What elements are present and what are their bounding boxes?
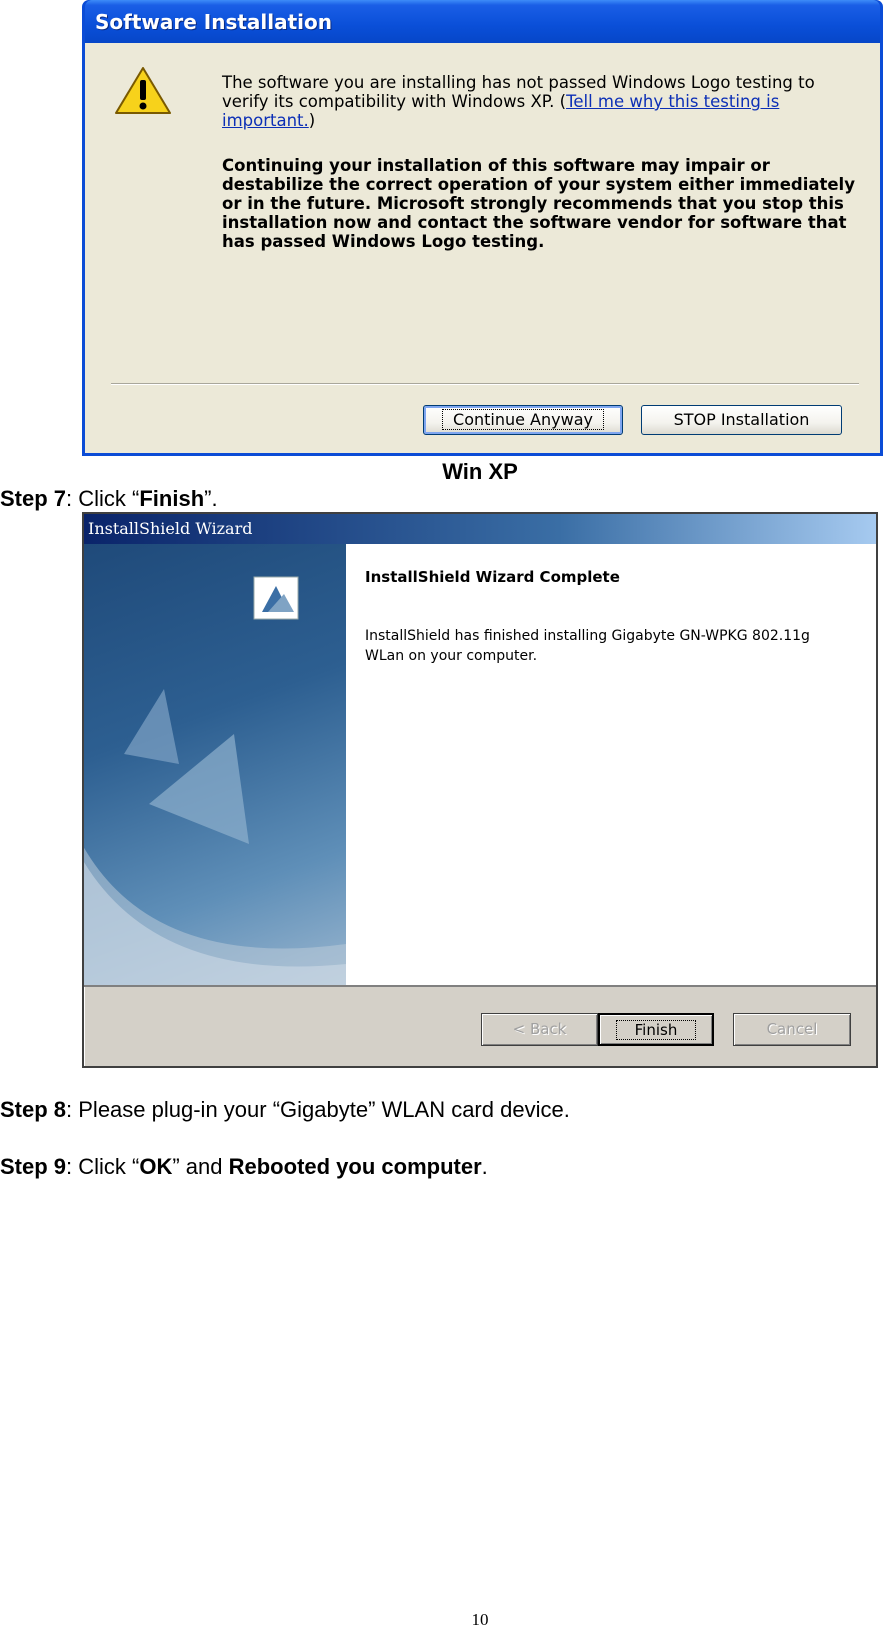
step-bold-ok: OK [139,1154,173,1179]
step-text: : Please plug-in your “Gigabyte” WLAN ca… [66,1097,570,1122]
wizard-message-panel: InstallShield Wizard Complete InstallShi… [346,544,876,985]
software-installation-dialog: Software Installation The software you a… [82,0,883,456]
installshield-wizard-dialog: InstallShield Wizard InstallShield Wizar… [82,512,878,1068]
step-bold: Finish [139,486,205,511]
warning-message: Continuing your installation of this sof… [222,156,855,251]
wizard-text: InstallShield has finished installing Gi… [365,628,810,664]
step-7: Step 7: Click “Finish”. [0,486,218,512]
stop-installation-button[interactable]: STOP Installation [641,405,842,435]
step-label: Step 9 [0,1154,67,1179]
figure-caption: Win XP [442,459,518,484]
dialog-body: The software you are installing has not … [85,43,880,453]
step-text-mid: ” and [172,1154,229,1179]
back-button[interactable]: < Back [481,1013,598,1046]
dialog-divider [111,383,859,385]
wizard-content: InstallShield Wizard Complete InstallShi… [84,544,876,987]
step-label: Step 8 [0,1097,67,1122]
wizard-title: InstallShield Wizard [84,514,876,544]
compatibility-message: The software you are installing has not … [222,73,862,130]
finish-label: Finish [615,1020,697,1040]
step-8: Step 8: Please plug-in your “Gigabyte” W… [0,1097,570,1123]
step-9: Step 9: Click “OK” and Rebooted you comp… [0,1154,488,1180]
step-label: Step 7 [0,486,67,511]
continue-anyway-button[interactable]: Continue Anyway [423,405,623,435]
continue-anyway-label: Continue Anyway [442,409,604,430]
step-text-end: . [481,1154,488,1179]
step-bold-reboot: Rebooted you computer [228,1154,482,1179]
step-text: : Click “ [66,486,140,511]
warning-icon [115,67,171,114]
message-text-end: ) [308,111,316,130]
wizard-heading: InstallShield Wizard Complete [365,568,620,586]
cancel-button[interactable]: Cancel [733,1013,851,1046]
step-text-end: ”. [204,486,218,511]
wizard-banner [84,544,346,985]
banner-graphic [84,576,346,985]
step-text: : Click “ [66,1154,140,1179]
page-number: 10 [471,1610,489,1629]
dialog-title: Software Installation [85,0,880,43]
finish-button[interactable]: Finish [598,1013,714,1046]
